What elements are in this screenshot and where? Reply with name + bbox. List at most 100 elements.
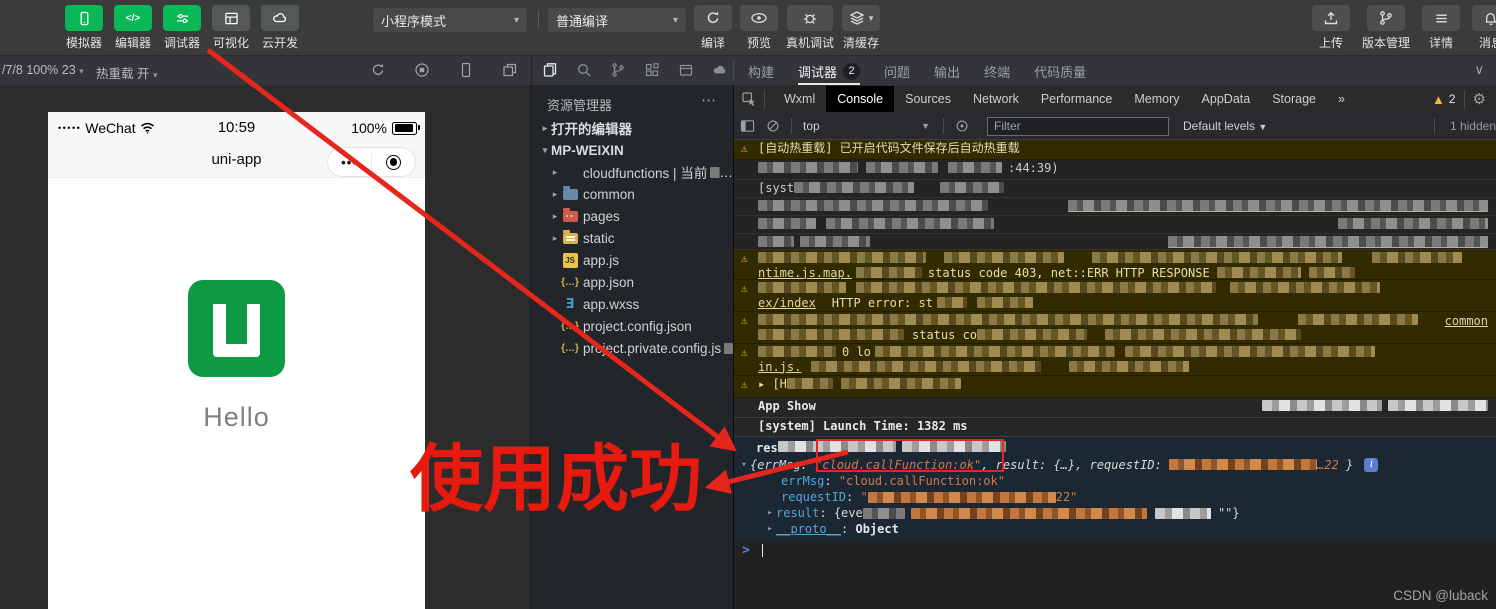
clear-console-icon[interactable] <box>760 119 786 133</box>
cloud-run-icon[interactable] <box>710 60 730 80</box>
devtools-tab-console[interactable]: Console <box>826 86 895 112</box>
cloud-dev-button[interactable]: 云开发 <box>260 5 300 51</box>
log-levels-selector[interactable]: Default levels ▼ <box>1183 119 1267 133</box>
tree-item-project.private.config.js[interactable]: {…} project.private.config.js <box>531 337 733 359</box>
simulator-button[interactable]: 模拟器 <box>64 5 104 51</box>
settings-gear-icon[interactable]: ⚙ <box>1473 90 1486 108</box>
devtools-tab-sources[interactable]: Sources <box>894 86 962 112</box>
source-control-icon[interactable] <box>608 60 628 80</box>
console-line: ▸ [H <box>734 376 1496 391</box>
console-line: ntime.js.map. status code 403, net::ERR_H… <box>734 265 1496 280</box>
editor-button[interactable]: </> 编辑器 <box>113 5 153 51</box>
expand-arrow[interactable]: ▸ <box>764 524 776 534</box>
mode-select[interactable]: 小程序模式 ▾ <box>373 8 527 32</box>
messages-button[interactable]: 消息 <box>1472 5 1496 51</box>
tree-item-common[interactable]: ▸ common <box>531 183 733 205</box>
clear-cache-button[interactable]: ▾ 清缓存 <box>842 5 881 51</box>
log-text: [system] Launch Time: 1382 ms <box>758 418 968 433</box>
tree-arrow-icon: ▸ <box>552 188 558 199</box>
tree-item-label: MP-WEIXIN <box>551 142 624 158</box>
preview-button[interactable]: 预览 <box>740 5 778 51</box>
exit-button[interactable] <box>372 154 415 170</box>
window-icon[interactable] <box>676 60 696 80</box>
chevron-down-icon: ▾ <box>672 14 678 26</box>
details-button[interactable]: 详情 <box>1422 5 1461 51</box>
panel-tab-label: 代码质量 <box>1034 64 1087 80</box>
inspect-element-icon[interactable] <box>734 91 764 107</box>
expand-arrow[interactable]: ▾ <box>738 460 750 470</box>
panel-tab-构建[interactable]: 构建 <box>748 57 774 85</box>
expand-arrow[interactable]: ▸ <box>764 508 776 518</box>
info-badge-icon[interactable]: i <box>1364 457 1379 472</box>
devtools-tab-»[interactable]: » <box>1327 86 1356 112</box>
details-label: 详情 <box>1429 36 1454 50</box>
phone-icon <box>65 5 103 31</box>
version-control-button[interactable]: 版本管理 <box>1362 5 1410 51</box>
panel-tab-调试器[interactable]: 调试器 2 <box>798 57 861 85</box>
devtools-tab-network[interactable]: Network <box>962 86 1030 112</box>
log-link[interactable]: common <box>1445 314 1488 328</box>
panel-tab-输出[interactable]: 输出 <box>934 57 960 85</box>
tree-item-pages[interactable]: ▸ pages <box>531 205 733 227</box>
result-property: ▸ result: {eve ""} <box>734 505 1496 521</box>
device-selector[interactable]: /7/8 100% 23 ▾ <box>2 63 84 77</box>
debug-sliders-icon <box>163 5 201 31</box>
visualization-button[interactable]: 可视化 <box>211 5 251 51</box>
hot-reload-toggle[interactable]: 热重载 开 ▾ <box>96 63 158 82</box>
collapse-chevron-icon[interactable]: ∨ <box>1474 62 1484 78</box>
panel-tab-问题[interactable]: 问题 <box>884 57 910 85</box>
tree-item--[interactable]: ▸ 打开的编辑器 <box>531 117 733 139</box>
multi-window-button[interactable] <box>500 60 520 80</box>
blurred-text <box>1105 329 1302 340</box>
tree-item-app.json[interactable]: {…} app.json <box>531 271 733 293</box>
search-icon[interactable] <box>574 60 594 80</box>
compile-mode-select[interactable]: 普通编译 ▾ <box>548 8 686 32</box>
tree-item-static[interactable]: ▸ static <box>531 227 733 249</box>
blurred-text <box>948 162 1002 173</box>
compile-button[interactable]: 编译 <box>694 5 732 51</box>
context-selector[interactable]: top ▼ <box>797 119 938 133</box>
debugger-button[interactable]: 调试器 <box>162 5 202 51</box>
tree-item-project.config.json[interactable]: {…} project.config.json <box>531 315 733 337</box>
devtools-tab-wxml[interactable]: Wxml <box>773 86 826 112</box>
extensions-icon[interactable] <box>642 60 662 80</box>
devtools-tab-storage[interactable]: Storage <box>1261 86 1327 112</box>
tree-arrow-icon: ▸ <box>542 122 548 133</box>
tree-item-MP-WEIXIN[interactable]: ▾ MP-WEIXIN <box>531 139 733 161</box>
panel-tab-代码质量[interactable]: 代码质量 <box>1034 57 1086 85</box>
tree-item-cloudfunctions-[interactable]: ▸ cloudfunctions | 当前… <box>531 161 733 183</box>
log-link[interactable]: in.js. <box>758 360 801 374</box>
devtools-tab-memory[interactable]: Memory <box>1123 86 1190 112</box>
more-actions-icon[interactable]: ⋯ <box>701 91 717 109</box>
tree-item-app.js[interactable]: JS app.js <box>531 249 733 271</box>
warning-count-badge[interactable]: ▲ 2 <box>1432 92 1456 107</box>
device-debug-button[interactable]: 真机调试 <box>786 5 834 51</box>
more-button[interactable]: ••• <box>328 155 371 170</box>
uniapp-logo <box>188 280 285 377</box>
editor-label: 编辑器 <box>114 36 151 50</box>
devtools-tab-performance[interactable]: Performance <box>1030 86 1124 112</box>
console-toolbar: top▼ Default levels ▼ 1 hidden <box>734 113 1496 140</box>
log-link[interactable]: ex/index <box>758 296 816 310</box>
console-prompt[interactable]: > <box>734 542 1496 558</box>
filter-input[interactable] <box>987 116 1169 136</box>
panel-tab-终端[interactable]: 终端 <box>984 57 1010 85</box>
stop-button[interactable] <box>412 60 432 80</box>
devtools-tab-appdata[interactable]: AppData <box>1191 86 1262 112</box>
code-icon: </> <box>114 5 152 31</box>
tree-item-app.wxss[interactable]: Ǝapp.wxss <box>531 293 733 315</box>
console-sidebar-icon[interactable] <box>734 119 760 133</box>
live-expression-icon[interactable] <box>949 119 975 133</box>
log-link[interactable]: ntime.js.map. <box>758 266 852 280</box>
refresh-button[interactable] <box>368 60 388 80</box>
files-icon[interactable] <box>540 60 560 80</box>
upload-button[interactable]: 上传 <box>1312 5 1350 51</box>
phone-mode-button[interactable] <box>456 60 476 80</box>
blurred-value <box>910 507 1147 519</box>
